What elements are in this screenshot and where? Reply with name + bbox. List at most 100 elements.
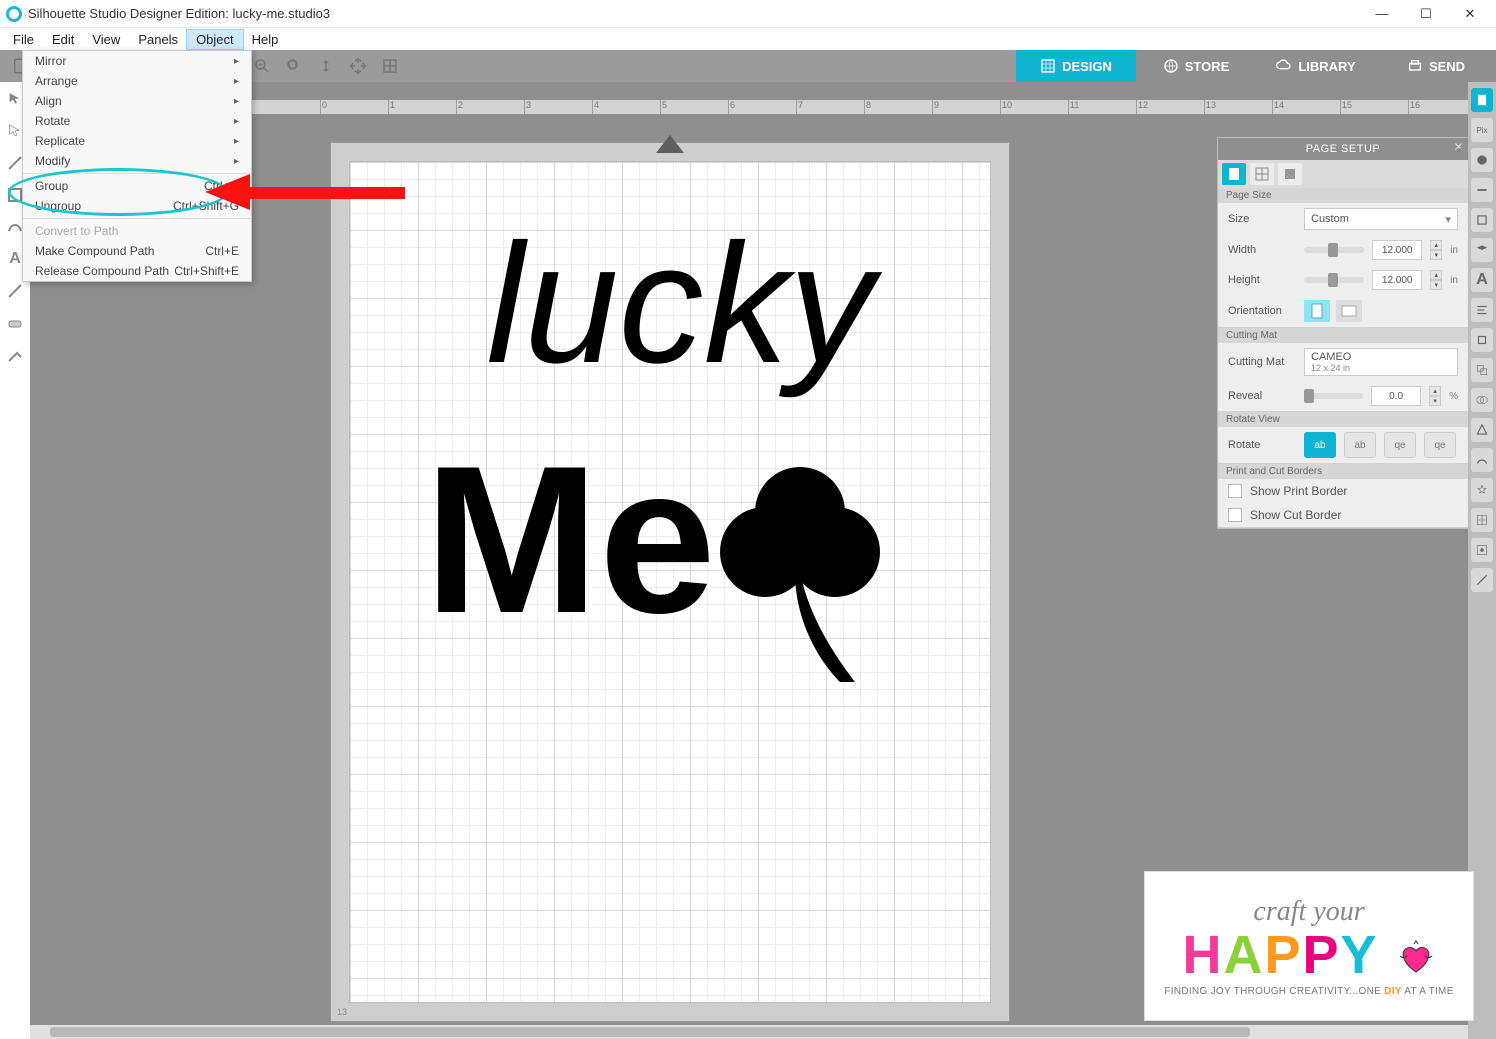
menu-item-align[interactable]: Align — [23, 91, 251, 111]
tab-store[interactable]: STORE — [1136, 50, 1256, 82]
transform-panel-icon[interactable] — [1471, 328, 1493, 352]
reveal-slider[interactable] — [1304, 393, 1363, 399]
panel-tab-registration[interactable] — [1278, 163, 1302, 185]
menu-item-make-compound[interactable]: Make Compound PathCtrl+E — [23, 241, 251, 261]
menu-item-group[interactable]: GroupCtrl+G — [23, 176, 251, 196]
layers-panel-icon[interactable] — [1471, 238, 1493, 262]
print-border-label: Show Print Border — [1250, 484, 1347, 498]
eraser-tool-icon[interactable] — [4, 312, 26, 334]
cutting-mat: lucky Me 13 — [330, 142, 1010, 1022]
menu-item-ungroup[interactable]: UngroupCtrl+Shift+G — [23, 196, 251, 216]
panel-tab-grid[interactable] — [1250, 163, 1274, 185]
tab-send[interactable]: SEND — [1376, 50, 1496, 82]
menu-item-release-compound[interactable]: Release Compound PathCtrl+Shift+E — [23, 261, 251, 281]
width-slider[interactable] — [1304, 247, 1364, 253]
page-setup-icon[interactable] — [1471, 88, 1493, 112]
fill-panel-icon[interactable] — [1471, 148, 1493, 172]
mat-feed-arrow-icon — [656, 135, 684, 153]
rotate-option-1[interactable]: ab — [1304, 432, 1336, 458]
modify-panel-icon[interactable] — [1471, 388, 1493, 412]
section-header-rotateview: Rotate View — [1218, 412, 1468, 427]
watermark-line2: HAPPY — [1182, 928, 1435, 982]
pan-icon[interactable] — [344, 54, 372, 78]
menu-item-mirror[interactable]: Mirror — [23, 51, 251, 71]
pixscan-icon[interactable]: Pix — [1471, 118, 1493, 142]
tab-design[interactable]: DESIGN — [1016, 50, 1136, 82]
height-input[interactable]: 12.000 — [1372, 270, 1422, 290]
menu-file[interactable]: File — [4, 30, 43, 49]
minimize-button[interactable]: ― — [1360, 0, 1404, 28]
zoom-drag-icon[interactable] — [312, 54, 340, 78]
section-header-cuttingmat: Cutting Mat — [1218, 328, 1468, 343]
page-setup-panel: PAGE SETUP ✕ Page Size Size Custom▾ Widt… — [1218, 138, 1468, 528]
nesting-panel-icon[interactable] — [1471, 478, 1493, 502]
grid-panel-icon[interactable] — [1471, 508, 1493, 532]
width-spinner[interactable]: ▴▾ — [1430, 240, 1442, 260]
design-artwork[interactable]: lucky Me — [400, 192, 960, 712]
tab-send-label: SEND — [1429, 59, 1465, 74]
rotate-option-4[interactable]: qe — [1424, 432, 1456, 458]
knife-panel-icon[interactable] — [1471, 568, 1493, 592]
reveal-input[interactable]: 0.0 — [1371, 386, 1421, 406]
size-label: Size — [1228, 213, 1296, 225]
scrollbar-horizontal[interactable] — [30, 1025, 1468, 1039]
width-input[interactable]: 12.000 — [1372, 240, 1422, 260]
menu-item-replicate[interactable]: Replicate — [23, 131, 251, 151]
knife-tool-icon[interactable] — [4, 344, 26, 366]
cuttingmat-dropdown[interactable]: CAMEO 12 x 24 in ▾ — [1304, 348, 1458, 376]
cuttingmat-value: CAMEO — [1311, 351, 1351, 363]
rotate-option-3[interactable]: qe — [1384, 432, 1416, 458]
print-border-checkbox[interactable] — [1228, 484, 1242, 498]
replicate-panel-icon[interactable] — [1471, 358, 1493, 382]
watermark-badge: craft your HAPPY FINDING JOY THROUGH CRE… — [1144, 871, 1474, 1021]
orientation-landscape[interactable] — [1336, 300, 1362, 322]
zoom-out-icon[interactable] — [248, 54, 276, 78]
window-title: Silhouette Studio Designer Edition: luck… — [28, 6, 330, 21]
width-unit: in — [1450, 245, 1458, 256]
close-button[interactable]: ✕ — [1448, 0, 1492, 28]
height-spinner[interactable]: ▴▾ — [1430, 270, 1442, 290]
menu-help[interactable]: Help — [243, 30, 288, 49]
draw-note-icon[interactable] — [4, 280, 26, 302]
heart-icon — [1396, 938, 1436, 978]
mat-size-label: 13 — [337, 1007, 347, 1017]
panel-tabs — [1218, 160, 1468, 188]
panel-tab-page[interactable] — [1222, 163, 1246, 185]
height-unit: in — [1450, 275, 1458, 286]
tab-store-label: STORE — [1185, 59, 1230, 74]
cuttingmat-sub: 12 x 24 in — [1311, 363, 1350, 373]
line-panel-icon[interactable] — [1471, 178, 1493, 202]
menu-item-modify[interactable]: Modify — [23, 151, 251, 171]
rotate-option-2[interactable]: ab — [1344, 432, 1376, 458]
menu-view[interactable]: View — [83, 30, 129, 49]
media-layout-panel-icon[interactable] — [1471, 538, 1493, 562]
app-logo-icon — [6, 6, 22, 22]
section-header-borders: Print and Cut Borders — [1218, 464, 1468, 479]
tab-library-label: LIBRARY — [1298, 59, 1355, 74]
reveal-spinner[interactable]: ▴▾ — [1429, 386, 1441, 406]
orientation-portrait[interactable] — [1304, 300, 1330, 322]
menu-item-rotate[interactable]: Rotate — [23, 111, 251, 131]
text-panel-icon[interactable]: A — [1471, 268, 1493, 292]
menu-edit[interactable]: Edit — [43, 30, 83, 49]
sketch-panel-icon[interactable] — [1471, 448, 1493, 472]
size-value: Custom — [1311, 213, 1349, 225]
watermark-line1: craft your — [1253, 896, 1364, 928]
offset-panel-icon[interactable] — [1471, 418, 1493, 442]
cut-border-checkbox[interactable] — [1228, 508, 1242, 522]
maximize-button[interactable]: ☐ — [1404, 0, 1448, 28]
size-dropdown[interactable]: Custom▾ — [1304, 208, 1458, 230]
zoom-selection-icon[interactable] — [280, 54, 308, 78]
menu-panels[interactable]: Panels — [129, 30, 187, 49]
menu-bar: File Edit View Panels Object Help — [0, 28, 1496, 50]
art-text-me: Me — [424, 422, 716, 657]
align-panel-icon[interactable] — [1471, 298, 1493, 322]
menu-object[interactable]: Object — [187, 30, 243, 49]
trace-panel-icon[interactable] — [1471, 208, 1493, 232]
height-slider[interactable] — [1304, 277, 1364, 283]
fit-page-icon[interactable] — [376, 54, 404, 78]
reveal-unit: % — [1449, 391, 1458, 402]
panel-header: PAGE SETUP ✕ — [1218, 138, 1468, 160]
menu-item-arrange[interactable]: Arrange — [23, 71, 251, 91]
tab-library[interactable]: LIBRARY — [1256, 50, 1376, 82]
